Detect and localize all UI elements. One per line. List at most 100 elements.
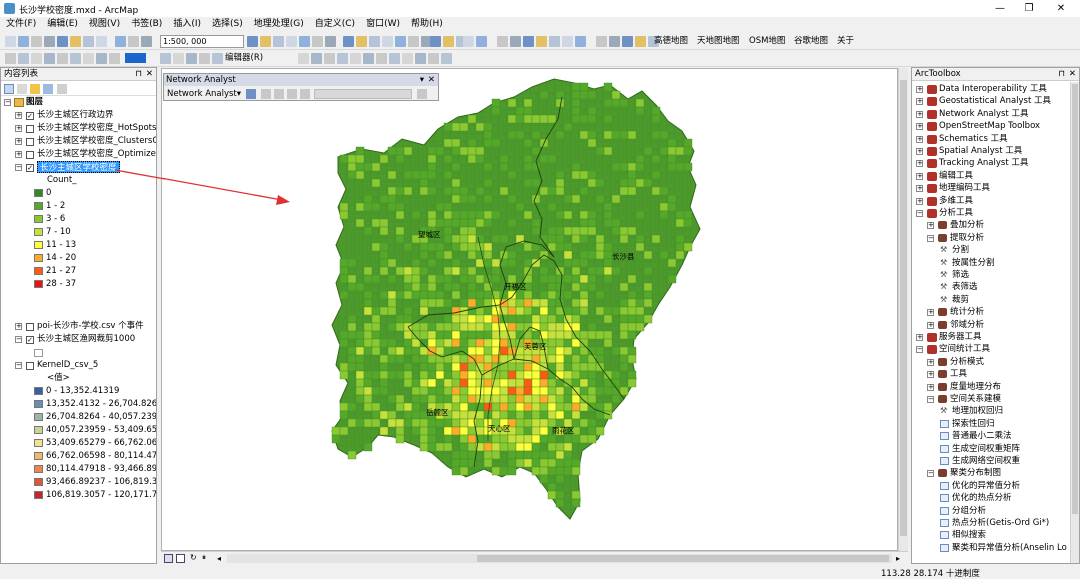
menu-bookmarks[interactable]: 书签(B) xyxy=(131,17,162,32)
toolbar-button-icon[interactable] xyxy=(596,36,607,47)
toolbar-button-icon[interactable] xyxy=(408,36,419,47)
expand-icon[interactable]: + xyxy=(916,197,923,205)
layout-view-icon[interactable] xyxy=(176,554,185,563)
toolbox-item[interactable]: Spatial Analyst 工具 xyxy=(939,145,1022,157)
scroll-thumb[interactable] xyxy=(900,80,907,536)
toolbar-button-icon[interactable] xyxy=(356,36,367,47)
expand-icon[interactable]: + xyxy=(916,123,923,131)
layer-checkbox-fishnet[interactable]: ✓ xyxy=(26,336,34,344)
toolbar-button-icon[interactable] xyxy=(5,53,16,64)
network-dataset-combo[interactable] xyxy=(314,89,412,99)
layer-checkbox-density[interactable]: ✓ xyxy=(26,164,34,172)
toolbox-item[interactable]: 聚类和异常值分析(Anselin Lo xyxy=(952,542,1067,554)
toolbar-button-icon[interactable] xyxy=(31,53,42,64)
layer-checkbox-optimized[interactable] xyxy=(26,151,34,159)
map-vertical-scrollbar[interactable] xyxy=(898,68,908,551)
layer-hotspots[interactable]: 长沙主城区学校密度_HotSpots xyxy=(37,122,156,134)
toolbar-button-icon[interactable] xyxy=(286,36,297,47)
expand-icon[interactable]: + xyxy=(916,148,923,155)
toolbar-button-icon[interactable] xyxy=(376,53,387,64)
menu-insert[interactable]: 插入(I) xyxy=(173,17,201,32)
expand-icon[interactable]: + xyxy=(927,309,934,317)
expand-icon[interactable]: + xyxy=(927,358,934,366)
toolbox-item[interactable]: Tracking Analyst 工具 xyxy=(939,157,1028,169)
toolbar-button-icon[interactable] xyxy=(44,36,55,47)
toolbox-item[interactable]: Network Analyst 工具 xyxy=(939,108,1028,120)
collapse-icon[interactable]: − xyxy=(15,362,22,369)
toolbar-button-icon[interactable] xyxy=(96,53,107,64)
minimize-button[interactable]: — xyxy=(985,1,1015,16)
expand-icon[interactable]: + xyxy=(927,383,934,391)
toolbar-button-icon[interactable] xyxy=(402,53,413,64)
layer-checkbox-boundary[interactable]: ✓ xyxy=(26,112,34,120)
toolbox-item[interactable]: 热点分析(Getis-Ord Gi*) xyxy=(952,517,1049,529)
directions-icon[interactable] xyxy=(300,89,310,99)
toolbox-item[interactable]: 空间统计工具 xyxy=(939,343,990,355)
toolbox-item[interactable]: 按属性分割 xyxy=(952,257,995,269)
create-location-icon[interactable] xyxy=(274,89,284,99)
scale-combo[interactable]: 1:500, 000 xyxy=(160,35,244,48)
toolbox-item[interactable]: 优化的异常值分析 xyxy=(952,480,1020,492)
expand-icon[interactable]: + xyxy=(916,135,923,143)
toolbar-button-icon[interactable] xyxy=(476,36,487,47)
layer-checkbox-hotspots[interactable] xyxy=(26,125,34,133)
layer-fishnet[interactable]: 长沙主城区渔网裁剪1000 xyxy=(37,333,135,345)
toolbox-item[interactable]: 分析模式 xyxy=(950,356,984,368)
expand-icon[interactable]: + xyxy=(916,86,923,93)
expand-icon[interactable]: + xyxy=(15,323,22,330)
toolbox-item[interactable]: 普通最小二乘法 xyxy=(952,430,1012,442)
toolbar-button-icon[interactable] xyxy=(298,53,309,64)
editor-menu[interactable]: 编辑器(R) xyxy=(225,53,263,64)
collapse-icon[interactable]: − xyxy=(916,346,923,354)
expand-icon[interactable]: + xyxy=(916,160,923,168)
basemap-tianditu-menu[interactable]: 天地图地图 xyxy=(697,36,740,47)
toolbar-button-icon[interactable] xyxy=(31,36,42,47)
map-horizontal-scrollbar[interactable] xyxy=(227,554,892,563)
toolbar-button-icon[interactable] xyxy=(635,36,646,47)
toolbox-item[interactable]: 探索性回归 xyxy=(952,418,995,430)
toolbar-button-icon[interactable] xyxy=(173,53,184,64)
toolbar-button-icon[interactable] xyxy=(369,36,380,47)
map-view[interactable]: 望城区 长沙县 开福区 芙蓉区 岳麓区 天心区 雨花区 xyxy=(161,68,898,551)
menu-help[interactable]: 帮助(H) xyxy=(411,17,443,32)
toolbox-item[interactable]: 分割 xyxy=(952,244,969,256)
toolbox-item[interactable]: 分析工具 xyxy=(939,207,973,219)
toolbar-button-icon[interactable] xyxy=(128,36,139,47)
toolbox-item[interactable]: 筛选 xyxy=(952,269,969,281)
layer-boundary[interactable]: 长沙主城区行政边界 xyxy=(37,109,114,121)
toolbar-button-icon[interactable] xyxy=(57,36,68,47)
basemap-gaode-menu[interactable]: 高德地图 xyxy=(654,36,688,47)
toolbox-item[interactable]: Geostatistical Analyst 工具 xyxy=(939,95,1051,107)
menu-selection[interactable]: 选择(S) xyxy=(212,17,243,32)
toolbar-button-icon[interactable] xyxy=(428,53,439,64)
toolbox-item[interactable]: 空间关系建模 xyxy=(950,393,1001,405)
collapse-icon[interactable]: − xyxy=(4,99,11,106)
toolbar-button-icon[interactable] xyxy=(363,53,374,64)
toolbar-button-icon[interactable] xyxy=(115,36,126,47)
toolbox-item[interactable]: 多维工具 xyxy=(939,195,973,207)
network-analyst-dropdown[interactable]: Network Analyst▾ xyxy=(167,88,241,100)
toolbox-item[interactable]: 相似搜索 xyxy=(952,529,986,541)
close-icon[interactable]: ✕ xyxy=(428,74,435,86)
toolbar-button-icon[interactable] xyxy=(299,36,310,47)
toolbar-button-icon[interactable] xyxy=(96,36,107,47)
toolbar-button-icon[interactable] xyxy=(325,36,336,47)
layer-kernel[interactable]: KernelD_csv_5 xyxy=(37,359,98,371)
toolbox-item[interactable]: 分组分析 xyxy=(952,505,986,517)
toolbar-button-icon[interactable] xyxy=(562,36,573,47)
toolbar-button-icon[interactable] xyxy=(523,36,534,47)
expand-icon[interactable]: + xyxy=(927,321,934,329)
toolbar-button-icon[interactable] xyxy=(5,36,16,47)
list-by-drawing-order-icon[interactable] xyxy=(4,84,14,94)
toolbox-item[interactable]: 邻域分析 xyxy=(950,319,984,331)
toolbar-button-icon[interactable] xyxy=(510,36,521,47)
menu-geoprocessing[interactable]: 地理处理(G) xyxy=(254,17,304,32)
scroll-left-icon[interactable]: ◂ xyxy=(217,554,223,563)
move-location-icon[interactable] xyxy=(287,89,297,99)
expand-icon[interactable]: + xyxy=(916,110,923,118)
expand-icon[interactable]: + xyxy=(15,112,22,119)
collapse-icon[interactable]: − xyxy=(15,164,22,171)
toolbar-button-icon[interactable] xyxy=(312,36,323,47)
solve-icon[interactable] xyxy=(261,89,271,99)
layers-root-label[interactable]: 图层 xyxy=(26,96,43,108)
